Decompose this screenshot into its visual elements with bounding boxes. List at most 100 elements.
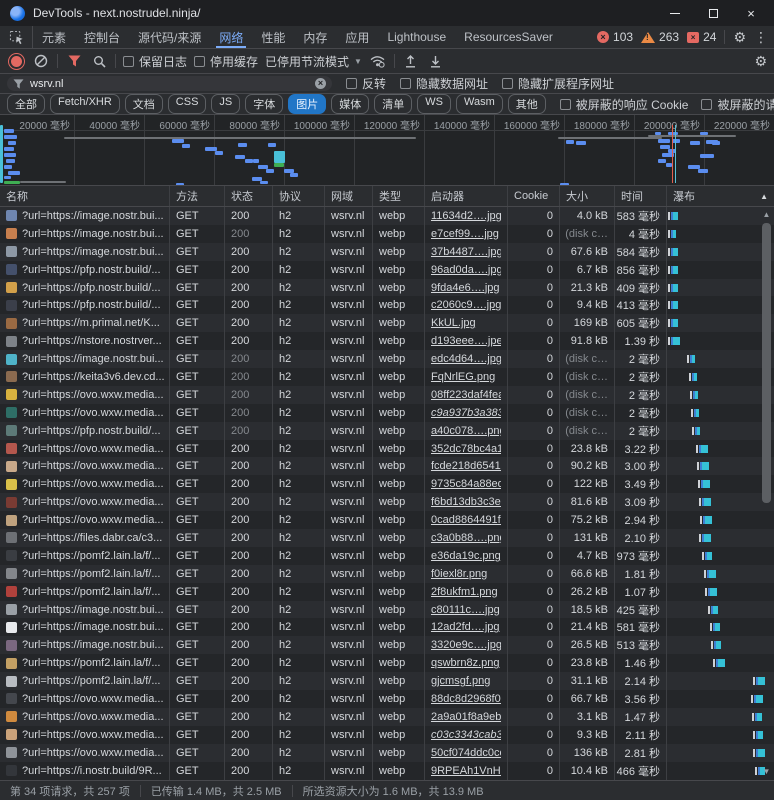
initiator-link[interactable]: c9a937b3a3832d <box>431 407 501 419</box>
initiator-link[interactable]: 88dc8d2968f02f <box>431 693 501 705</box>
column-header-名称[interactable]: 名称 <box>0 186 170 206</box>
hide-extension-urls-checkbox[interactable]: 隐藏扩展程序网址 <box>502 75 614 92</box>
hide-data-urls-checkbox[interactable]: 隐藏数据网址 <box>400 75 488 92</box>
tab-Lighthouse[interactable]: Lighthouse <box>378 26 455 48</box>
clear-filter-icon[interactable]: × <box>315 78 326 89</box>
request-row[interactable]: ?url=https://ovo.wxw.media...GET200h2wsr… <box>0 511 774 529</box>
chip-字体[interactable]: 字体 <box>245 94 283 114</box>
initiator-link[interactable]: 11634d2….jpg <box>431 210 501 222</box>
initiator-link[interactable]: c2060c9….jpg <box>431 299 501 311</box>
throttling-dropdown[interactable]: 已停用节流模式▼ <box>265 53 362 70</box>
request-row[interactable]: ?url=https://m.primal.net/K...GET200h2ws… <box>0 314 774 332</box>
tab-元素[interactable]: 元素 <box>33 26 75 48</box>
initiator-link[interactable]: 3320e9c….jpg <box>431 639 501 651</box>
request-row[interactable]: ?url=https://nstore.nostrver...GET200h2w… <box>0 332 774 350</box>
request-row[interactable]: ?url=https://files.dabr.ca/c3...GET200h2… <box>0 529 774 547</box>
chip-WS[interactable]: WS <box>417 94 451 114</box>
request-row[interactable]: ?url=https://ovo.wxw.media...GET200h2wsr… <box>0 404 774 422</box>
tab-ResourcesSaver[interactable]: ResourcesSaver <box>455 26 562 48</box>
request-row[interactable]: ?url=https://ovo.wxw.media...GET200h2wsr… <box>0 475 774 493</box>
column-header-状态[interactable]: 状态 <box>225 186 273 206</box>
column-header-Cookie[interactable]: Cookie <box>508 186 560 206</box>
filter-input-pill[interactable]: × <box>7 76 332 91</box>
column-header-时间[interactable]: 时间 <box>615 186 667 206</box>
more-options-kebab-icon[interactable]: ⋮ <box>754 29 768 46</box>
request-row[interactable]: ?url=https://image.nostr.bui...GET200h2w… <box>0 618 774 636</box>
clear-network-log-button[interactable] <box>32 52 50 70</box>
maximize-button[interactable] <box>696 2 730 24</box>
initiator-link[interactable]: f6bd13db3c3ee3 <box>431 496 501 508</box>
request-row[interactable]: ?url=https://pfp.nostr.build/...GET200h2… <box>0 279 774 297</box>
request-row[interactable]: ?url=https://ovo.wxw.media...GET200h2wsr… <box>0 744 774 762</box>
request-row[interactable]: ?url=https://i.nostr.build/9R...GET200h2… <box>0 762 774 780</box>
scroll-up-arrow[interactable]: ▲ <box>760 209 773 221</box>
initiator-link[interactable]: 37b4487….jpg <box>431 246 501 258</box>
request-row[interactable]: ?url=https://ovo.wxw.media...GET200h2wsr… <box>0 493 774 511</box>
request-row[interactable]: ?url=https://pomf2.lain.la/f/...GET200h2… <box>0 583 774 601</box>
column-header-大小[interactable]: 大小 <box>560 186 615 206</box>
request-row[interactable]: ?url=https://ovo.wxw.media...GET200h2wsr… <box>0 386 774 404</box>
network-conditions-icon[interactable] <box>369 52 387 70</box>
initiator-link[interactable]: 2a9a01f8a9eb2c <box>431 711 501 723</box>
initiator-link[interactable]: e36da19c.png <box>431 550 501 562</box>
issues-badge[interactable]: ×24 <box>687 30 716 44</box>
initiator-link[interactable]: fcde218d6541c6 <box>431 460 501 472</box>
column-header-类型[interactable]: 类型 <box>373 186 425 206</box>
request-row[interactable]: ?url=https://pfp.nostr.build/...GET200h2… <box>0 261 774 279</box>
scroll-down-arrow[interactable]: ▼ <box>760 766 773 778</box>
chip-全部[interactable]: 全部 <box>7 94 45 114</box>
search-icon[interactable] <box>90 52 108 70</box>
initiator-link[interactable]: 12ad2fd….jpg <box>431 621 500 633</box>
request-row[interactable]: ?url=https://ovo.wxw.media...GET200h2wsr… <box>0 457 774 475</box>
tab-网络[interactable]: 网络 <box>210 26 252 48</box>
request-row[interactable]: ?url=https://image.nostr.bui...GET200h2w… <box>0 350 774 368</box>
invert-filter-checkbox[interactable]: 反转 <box>346 75 386 92</box>
tab-控制台[interactable]: 控制台 <box>75 26 129 48</box>
request-row[interactable]: ?url=https://image.nostr.bui...GET200h2w… <box>0 636 774 654</box>
initiator-link[interactable]: 96ad0da….jpg <box>431 264 501 276</box>
disable-cache-checkbox[interactable]: 停用缓存 <box>194 53 258 70</box>
tab-内存[interactable]: 内存 <box>294 26 336 48</box>
checkbox-被屏蔽的请求[interactable]: 被屏蔽的请求 <box>701 96 774 113</box>
initiator-link[interactable]: e7cef99….jpg <box>431 228 499 240</box>
column-header-方法[interactable]: 方法 <box>170 186 225 206</box>
minimize-button[interactable] <box>658 2 692 24</box>
initiator-link[interactable]: 9735c84a88ed48 <box>431 478 501 490</box>
scrollbar-thumb[interactable] <box>762 223 771 503</box>
chip-JS[interactable]: JS <box>211 94 240 114</box>
request-row[interactable]: ?url=https://ovo.wxw.media...GET200h2wsr… <box>0 708 774 726</box>
initiator-link[interactable]: 50cf074ddc0ce9 <box>431 747 501 759</box>
request-row[interactable]: ?url=https://pfp.nostr.build/...GET200h2… <box>0 296 774 314</box>
request-row[interactable]: ?url=https://pomf2.lain.la/f/...GET200h2… <box>0 672 774 690</box>
request-row[interactable]: ?url=https://keita3v6.dev.cd...GET200h2w… <box>0 368 774 386</box>
tab-源代码/来源[interactable]: 源代码/来源 <box>129 26 210 48</box>
vertical-scrollbar[interactable]: ▲▼ <box>760 207 773 780</box>
checkbox-被屏蔽的响应 Cookie[interactable]: 被屏蔽的响应 Cookie <box>560 96 689 113</box>
filter-icon[interactable] <box>65 52 83 70</box>
request-row[interactable]: ?url=https://pomf2.lain.la/f/...GET200h2… <box>0 547 774 565</box>
initiator-link[interactable]: 9fda4e6….jpg <box>431 282 500 294</box>
initiator-link[interactable]: 352dc78bc4a11e <box>431 443 501 455</box>
initiator-link[interactable]: f0iexl8r.png <box>431 568 487 580</box>
initiator-link[interactable]: 0cad8864491fc0 <box>431 514 501 526</box>
network-settings-gear-icon[interactable]: ⚙ <box>754 53 767 70</box>
initiator-link[interactable]: a40c078….png <box>431 425 501 437</box>
close-button[interactable]: × <box>734 2 768 24</box>
request-row[interactable]: ?url=https://image.nostr.bui...GET200h2w… <box>0 207 774 225</box>
chip-其他[interactable]: 其他 <box>508 94 546 114</box>
request-row[interactable]: ?url=https://ovo.wxw.media...GET200h2wsr… <box>0 726 774 744</box>
filter-input[interactable] <box>30 78 309 90</box>
column-header-瀑布[interactable]: 瀑布▲ <box>667 186 774 206</box>
chip-媒体[interactable]: 媒体 <box>331 94 369 114</box>
initiator-link[interactable]: d193eee….jpeg <box>431 335 501 347</box>
initiator-link[interactable]: edc4d64….jpg <box>431 353 501 365</box>
initiator-link[interactable]: 9RPEAh1VnHdPz <box>431 765 501 777</box>
initiator-link[interactable]: FqNrlEG.png <box>431 371 495 383</box>
console-errors-badge[interactable]: ×103 <box>597 30 633 44</box>
request-row[interactable]: ?url=https://image.nostr.bui...GET200h2w… <box>0 225 774 243</box>
request-row[interactable]: ?url=https://pomf2.lain.la/f/...GET200h2… <box>0 654 774 672</box>
column-header-网域[interactable]: 网域 <box>325 186 373 206</box>
chip-CSS[interactable]: CSS <box>168 94 207 114</box>
initiator-link[interactable]: c03c3343cab3ee <box>431 729 501 741</box>
column-header-协议[interactable]: 协议 <box>273 186 325 206</box>
